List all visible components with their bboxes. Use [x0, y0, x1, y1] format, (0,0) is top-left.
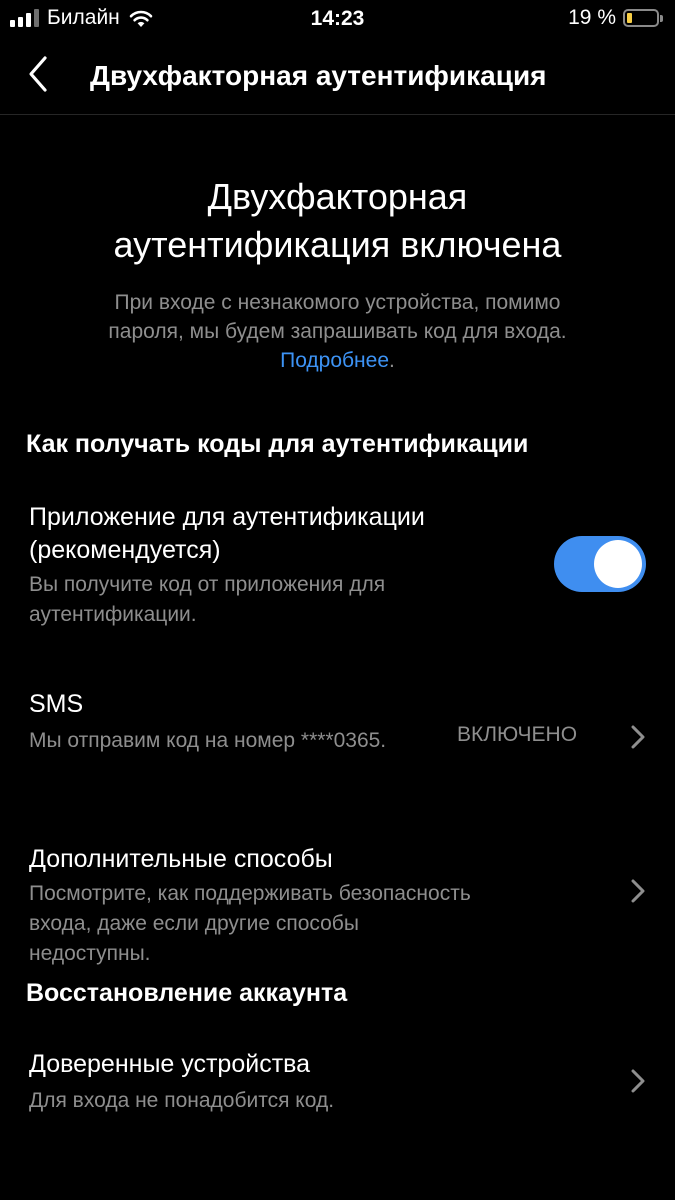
- chevron-left-icon: [29, 56, 47, 92]
- additional-subtitle-line3: недоступны.: [29, 942, 151, 965]
- back-button[interactable]: [18, 54, 58, 94]
- battery-level: [627, 13, 632, 23]
- battery-cap: [660, 14, 663, 22]
- navigation-bar: Двухфакторная аутентификация: [0, 40, 675, 115]
- page-title: Двухфакторная аутентификация: [90, 60, 547, 91]
- battery-icon: [623, 9, 659, 27]
- trusted-devices-subtitle: Для входа не понадобится код.: [29, 1089, 335, 1112]
- learn-more-link[interactable]: Подробнее: [280, 349, 389, 372]
- toggle-knob: [594, 540, 642, 588]
- auth-app-title-line2: (рекомендуется): [29, 536, 221, 564]
- auth-app-toggle[interactable]: [554, 536, 646, 592]
- battery-percentage: 19 %: [568, 6, 616, 29]
- learn-more-suffix: .: [389, 349, 395, 372]
- additional-methods-title: Дополнительные способы: [29, 845, 333, 873]
- hero-description: При входе с незнакомого устройства, поми…: [40, 288, 635, 375]
- chevron-right-icon: [631, 879, 645, 903]
- hero-desc-line2: пароля, мы будем запрашивать код для вхо…: [108, 320, 567, 343]
- sms-subtitle: Мы отправим код на номер ****0365.: [29, 729, 387, 752]
- hero-desc-line3: Подробнее.: [40, 346, 635, 375]
- hero-title-line1: Двухфакторная: [207, 176, 468, 217]
- trusted-devices-title: Доверенные устройства: [29, 1050, 311, 1078]
- chevron-right-icon: [631, 725, 645, 749]
- auth-app-subtitle-line1: Вы получите код от приложения для: [29, 573, 386, 596]
- sms-title: SMS: [29, 690, 84, 718]
- status-bar-right: 19 %: [568, 6, 663, 30]
- auth-app-title: Приложение для аутентификации (рекоменду…: [29, 501, 425, 567]
- additional-subtitle-line1: Посмотрите, как поддерживать безопасност…: [29, 882, 471, 905]
- additional-methods-subtitle: Посмотрите, как поддерживать безопасност…: [29, 879, 471, 969]
- auth-app-subtitle-line2: аутентификации.: [29, 603, 197, 626]
- status-bar: Билайн 14:23 19 %: [0, 0, 675, 40]
- sms-status: ВКЛЮЧЕНО: [457, 723, 578, 746]
- hero-desc-line1: При входе с незнакомого устройства, поми…: [114, 291, 561, 314]
- section-header-codes: Как получать коды для аутентификации: [26, 430, 529, 458]
- section-header-recovery: Восстановление аккаунта: [26, 979, 348, 1007]
- auth-app-subtitle: Вы получите код от приложения для аутент…: [29, 570, 385, 630]
- hero-title-line2: аутентификация включена: [113, 224, 562, 265]
- hero-title: Двухфакторная аутентификация включена: [40, 173, 635, 269]
- chevron-right-icon: [631, 1069, 645, 1093]
- additional-subtitle-line2: входа, даже если другие способы: [29, 912, 359, 935]
- auth-app-title-line1: Приложение для аутентификации: [29, 503, 425, 531]
